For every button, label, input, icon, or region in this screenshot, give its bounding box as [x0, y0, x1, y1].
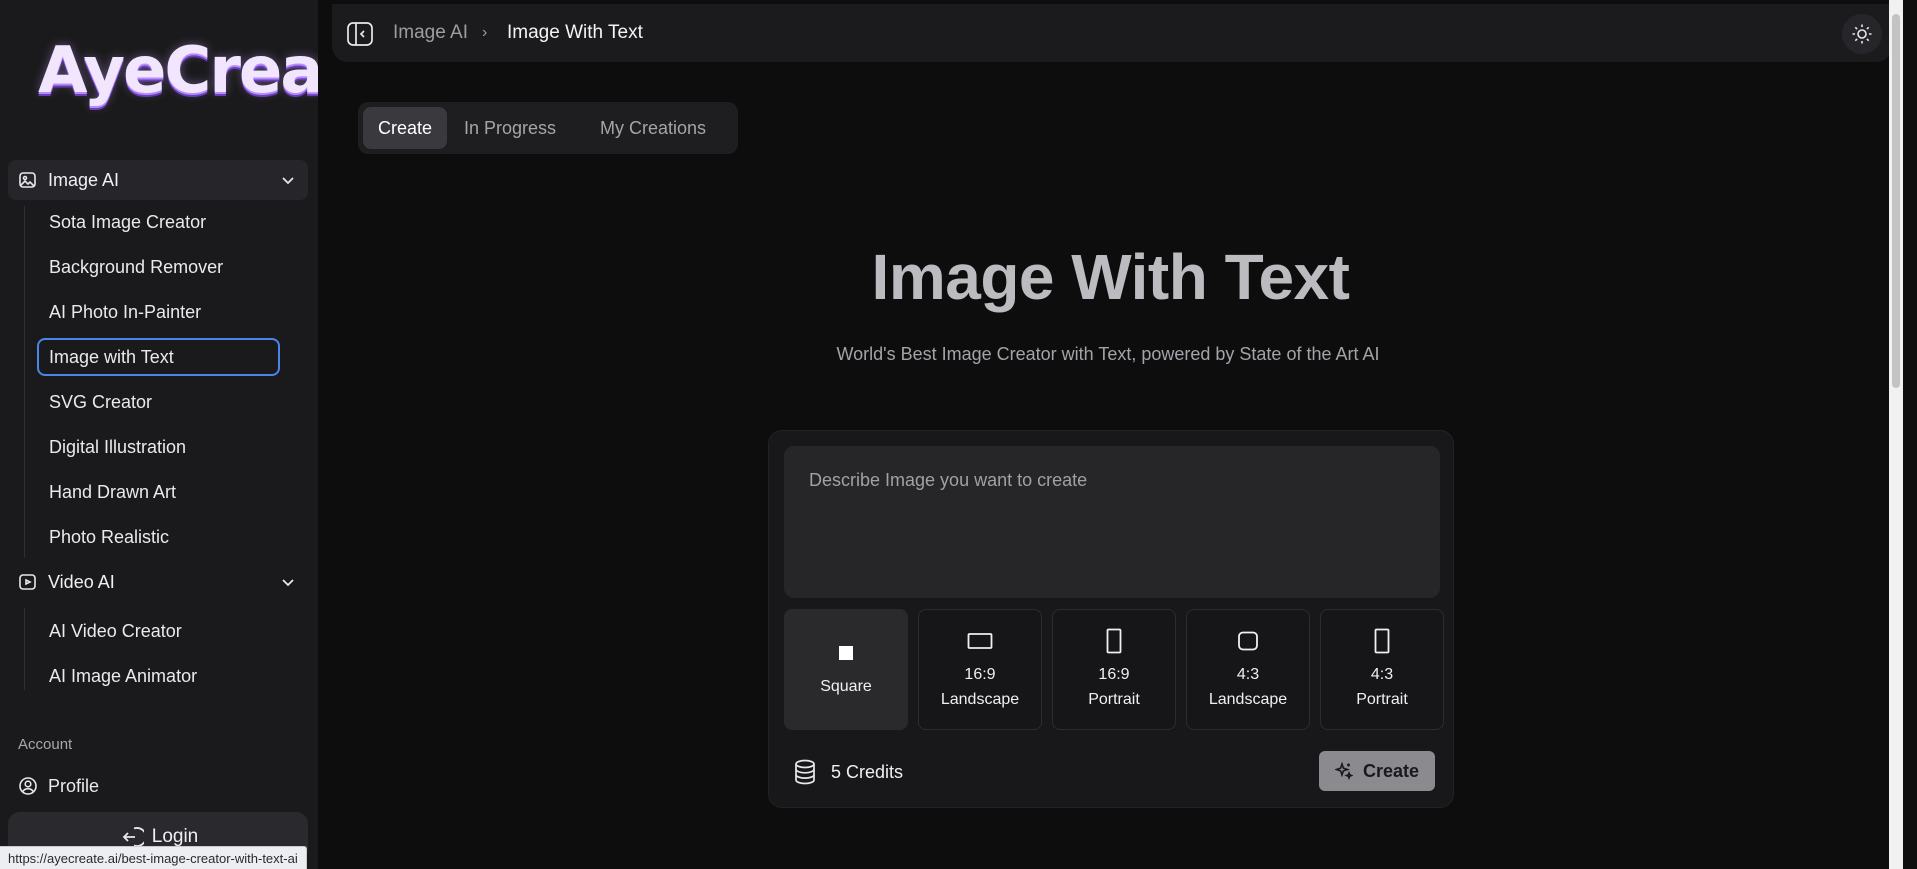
- aspect-4-3-landscape-option[interactable]: 4:3 Landscape: [1186, 609, 1310, 730]
- sidebar-group-video-ai[interactable]: Video AI: [8, 562, 308, 602]
- sidebar-item-background-remover[interactable]: Background Remover: [37, 248, 280, 286]
- aspect-square-option[interactable]: Square: [784, 609, 908, 730]
- tab-in-progress[interactable]: In Progress: [453, 107, 567, 149]
- submenu-guide-line: [24, 206, 25, 558]
- sidebar-group-label: Video AI: [48, 571, 115, 592]
- chevron-down-icon[interactable]: [280, 172, 296, 188]
- aspect-16-9-portrait-option[interactable]: 16:9 Portrait: [1052, 609, 1176, 730]
- square-shape-icon: [838, 640, 854, 666]
- sidebar-item-ai-image-animator[interactable]: AI Image Animator: [37, 657, 280, 695]
- video-ai-icon: [18, 572, 38, 592]
- sidebar-item-ai-video-creator[interactable]: AI Video Creator: [37, 612, 280, 650]
- tab-my-creations[interactable]: My Creations: [573, 107, 733, 149]
- create-button[interactable]: Create: [1319, 751, 1435, 791]
- status-bar-url: https://ayecreate.ai/best-image-creator-…: [0, 846, 307, 869]
- sidebar-item-hand-drawn-art[interactable]: Hand Drawn Art: [37, 473, 280, 511]
- toggle-sidebar-icon[interactable]: [346, 21, 374, 47]
- sidebar-item-svg-creator[interactable]: SVG Creator: [37, 383, 280, 421]
- tab-bar: Create In Progress My Creations: [358, 102, 738, 154]
- portrait-rect-icon: [1105, 628, 1123, 654]
- coins-stack-icon: [791, 758, 819, 786]
- aspect-4-3-portrait-option[interactable]: 4:3 Portrait: [1320, 609, 1444, 730]
- prompt-input[interactable]: [784, 446, 1440, 598]
- sun-icon: [1851, 23, 1873, 45]
- user-circle-icon: [18, 776, 38, 796]
- sidebar-item-profile[interactable]: Profile: [18, 773, 99, 799]
- sidebar: AyeCreate Image AI Sota Image Creator Ba…: [0, 0, 393, 869]
- sidebar-item-photo-realistic[interactable]: Photo Realistic: [37, 518, 280, 556]
- breadcrumb-current: Image With Text: [507, 22, 643, 43]
- theme-toggle-button[interactable]: [1842, 14, 1882, 54]
- sidebar-item-digital-illustration[interactable]: Digital Illustration: [37, 428, 280, 466]
- portrait-rect-icon: [1373, 628, 1391, 654]
- sidebar-group-label: Image AI: [48, 169, 120, 190]
- sidebar-item-image-with-text[interactable]: Image with Text: [37, 338, 280, 376]
- landscape-rect-icon: [967, 628, 993, 654]
- main-content: Image AI › Image With Text Create In Pro…: [318, 0, 1903, 869]
- image-ai-icon: [18, 170, 38, 190]
- page-scrollbar[interactable]: [1889, 0, 1903, 869]
- aspect-16-9-landscape-option[interactable]: 16:9 Landscape: [918, 609, 1042, 730]
- account-section-label: Account: [18, 736, 73, 753]
- credits-display: 5 Credits: [791, 757, 903, 787]
- sidebar-group-image-ai[interactable]: Image AI: [8, 160, 308, 200]
- scrollbar-thumb[interactable]: [1892, 14, 1900, 388]
- rounded-rect-icon: [1237, 628, 1259, 654]
- page-subtitle: World's Best Image Creator with Text, po…: [836, 344, 1380, 364]
- top-bar: Image AI › Image With Text: [332, 4, 1892, 62]
- breadcrumb-parent[interactable]: Image AI: [393, 4, 468, 62]
- chevron-down-icon[interactable]: [280, 574, 296, 590]
- sparkles-icon: [1334, 762, 1353, 780]
- submenu-guide-line: [24, 608, 25, 690]
- tab-create[interactable]: Create: [363, 107, 447, 149]
- breadcrumb-separator-icon: ›: [482, 24, 488, 41]
- create-form-card: Square 16:9 Landscape 16:9 Portrait 4:3 …: [768, 430, 1454, 808]
- sidebar-item-sota-image-creator[interactable]: Sota Image Creator: [37, 203, 280, 241]
- page-title: Image With Text: [871, 241, 1350, 313]
- sidebar-item-ai-photo-in-painter[interactable]: AI Photo In-Painter: [37, 293, 280, 331]
